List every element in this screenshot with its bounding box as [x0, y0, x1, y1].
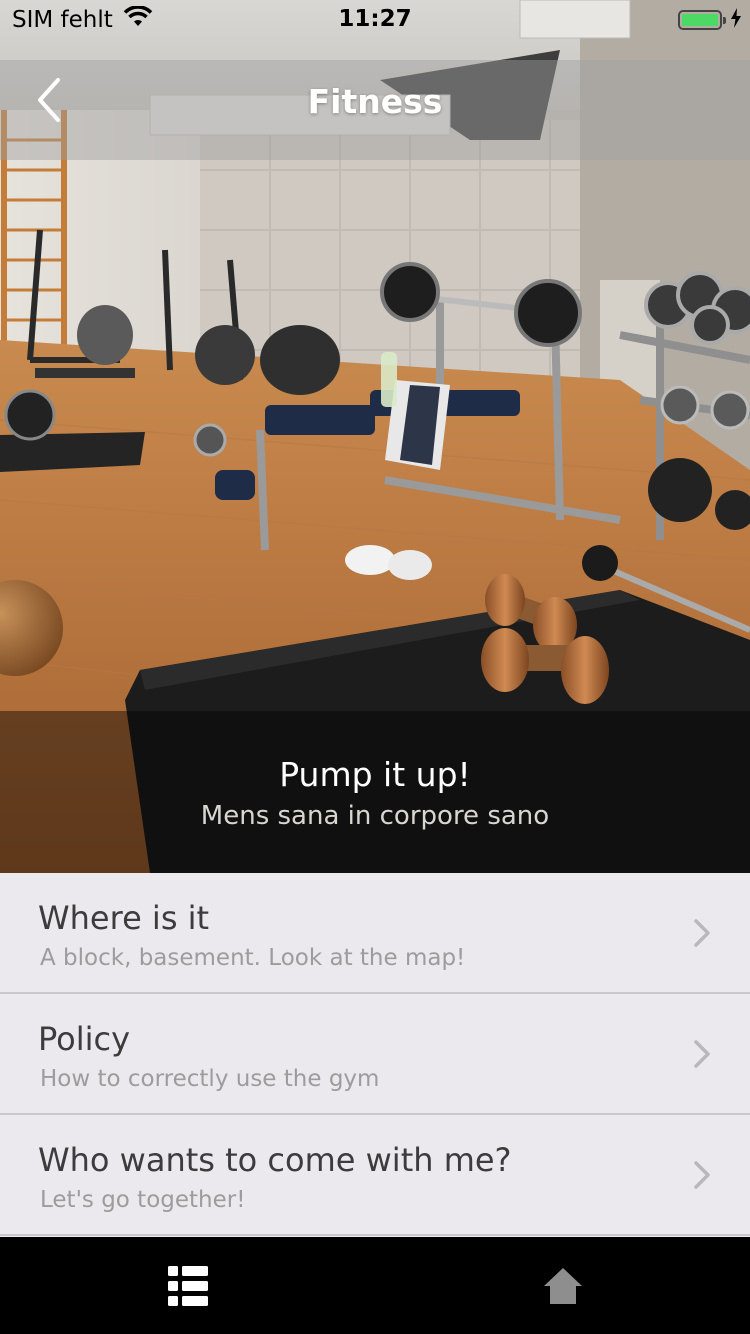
hero-caption: Pump it up! Mens sana in corpore sano — [0, 711, 750, 873]
tab-home[interactable] — [375, 1237, 750, 1334]
tab-bar — [0, 1237, 750, 1334]
list-item-policy[interactable]: Policy How to correctly use the gym — [0, 994, 750, 1115]
list-item-title: Where is it — [38, 899, 210, 937]
info-list: Where is it A block, basement. Look at t… — [0, 873, 750, 1236]
charging-icon — [730, 8, 742, 32]
battery-icon — [678, 10, 726, 30]
list-item-who-wants-to-come[interactable]: Who wants to come with me? Let's go toge… — [0, 1115, 750, 1236]
hero-banner: SIM fehlt 11:27 Fitness Pump it up! Mens… — [0, 0, 750, 873]
battery-level — [682, 14, 718, 26]
page-title: Fitness — [307, 82, 443, 121]
hero-subtitle: Mens sana in corpore sano — [200, 801, 550, 831]
status-right — [678, 8, 742, 32]
status-bar: SIM fehlt 11:27 — [0, 0, 750, 40]
home-icon — [543, 1267, 582, 1304]
chevron-right-icon — [694, 1161, 710, 1189]
chevron-right-icon — [694, 919, 710, 947]
list-item-subtitle: Let's go together! — [40, 1187, 246, 1213]
tab-list[interactable] — [0, 1237, 375, 1334]
list-item-title: Who wants to come with me? — [38, 1141, 512, 1179]
list-item-subtitle: A block, basement. Look at the map! — [40, 945, 466, 971]
clock: 11:27 — [338, 6, 412, 32]
list-item-where-is-it[interactable]: Where is it A block, basement. Look at t… — [0, 873, 750, 994]
navigation-bar: Fitness — [0, 60, 750, 160]
list-item-subtitle: How to correctly use the gym — [40, 1066, 380, 1092]
list-item-title: Policy — [38, 1020, 131, 1058]
chevron-right-icon — [694, 1040, 710, 1068]
hero-title: Pump it up! — [279, 755, 471, 794]
list-icon — [167, 1265, 208, 1306]
